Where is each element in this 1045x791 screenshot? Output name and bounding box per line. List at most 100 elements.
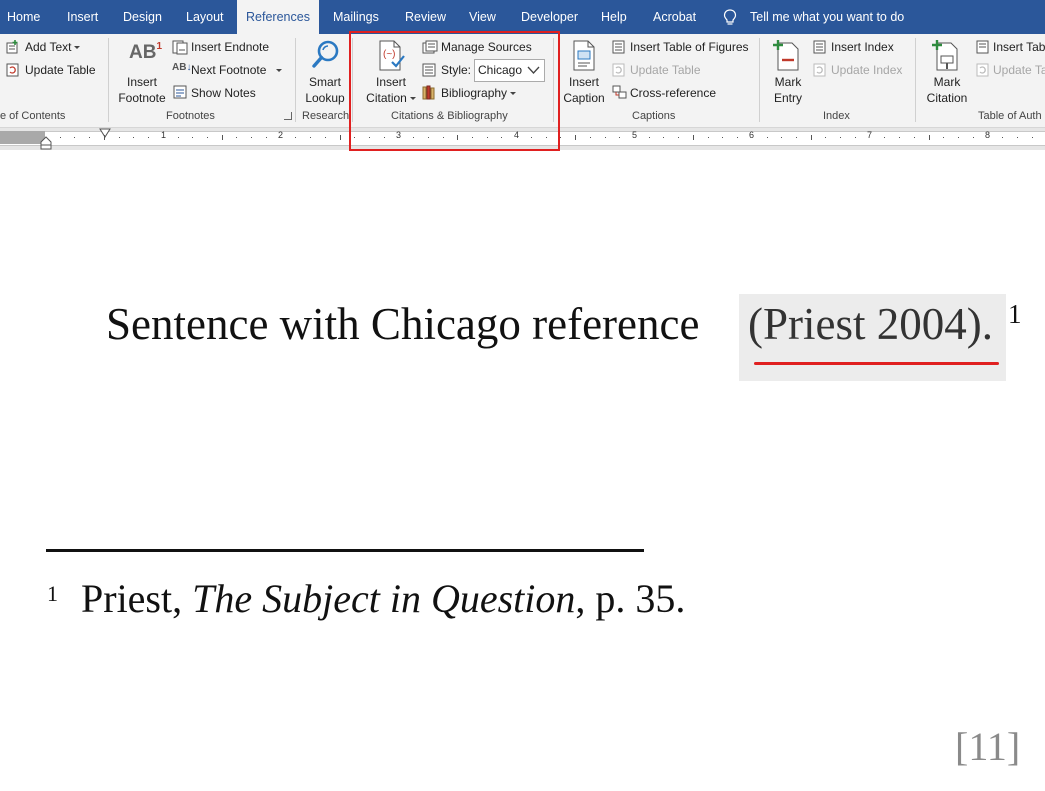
ruler-tick <box>899 137 900 138</box>
ruler-number: 5 <box>632 130 638 140</box>
next-footnote-button[interactable]: Next Footnote <box>191 63 283 77</box>
ruler-tick <box>89 137 90 138</box>
ruler-tick <box>192 137 193 138</box>
insert-table-of-authorities-icon <box>976 40 989 54</box>
ruler-tick <box>914 137 915 138</box>
mark-citation-button[interactable]: Mark Citation <box>920 74 974 106</box>
ribbon-tab-bar: Home Insert Design Layout References Mai… <box>0 0 1045 34</box>
add-text-button[interactable]: Add Text <box>25 40 81 54</box>
insert-footnote-icon: AB1 <box>129 41 163 63</box>
ruler-tick <box>605 137 606 138</box>
tab-design[interactable]: Design <box>123 0 162 34</box>
mark-entry-icon <box>773 40 799 71</box>
insert-caption-icon <box>573 40 595 71</box>
page-marker: [11] <box>955 724 1021 769</box>
mark-citation-label-1: Mark <box>933 75 961 89</box>
update-index-button[interactable]: Update Index <box>831 63 902 77</box>
ruler-tick <box>133 137 134 138</box>
ruler-tick <box>737 137 738 138</box>
insert-caption-label-2: Caption <box>563 91 605 105</box>
footnotes-dialog-launcher[interactable] <box>284 112 292 120</box>
index-group-label: Index <box>823 110 850 122</box>
ruler-tick <box>973 137 974 138</box>
ruler-tick <box>796 137 797 138</box>
ruler-tick <box>60 137 61 138</box>
insert-footnote-label-1: Insert <box>126 75 157 89</box>
smart-lookup-icon <box>312 40 339 68</box>
insert-endnote-icon <box>172 40 188 55</box>
insert-index-button[interactable]: Insert Index <box>831 40 894 54</box>
ruler-tick <box>104 135 105 140</box>
smart-lookup-label-1: Smart <box>308 75 341 89</box>
first-line-indent-marker[interactable] <box>99 128 111 139</box>
tab-mailings[interactable]: Mailings <box>333 0 379 34</box>
insert-index-icon <box>813 40 826 54</box>
show-notes-button[interactable]: Show Notes <box>191 86 256 100</box>
footnotes-group-label: Footnotes <box>166 110 215 122</box>
ruler-tick <box>678 137 679 138</box>
tab-view[interactable]: View <box>469 0 496 34</box>
tab-home[interactable]: Home <box>7 0 40 34</box>
mark-citation-icon <box>932 40 958 71</box>
cross-reference-icon <box>612 85 627 99</box>
tab-review[interactable]: Review <box>405 0 446 34</box>
ruler-tick <box>855 137 856 138</box>
tab-insert[interactable]: Insert <box>67 0 98 34</box>
footnote-author: Priest, <box>81 576 193 621</box>
tab-layout[interactable]: Layout <box>186 0 224 34</box>
citation-field[interactable]: (Priest 2004). <box>748 298 993 350</box>
ruler-tick <box>825 137 826 138</box>
lightbulb-icon <box>723 9 737 25</box>
mark-entry-label-2: Entry <box>773 91 802 105</box>
smart-lookup-button[interactable]: Smart Lookup <box>300 74 350 106</box>
ruler-tick <box>663 137 664 138</box>
tab-developer[interactable]: Developer <box>521 0 578 34</box>
insert-table-of-authorities-button[interactable]: Insert Tabl <box>993 40 1045 54</box>
ruler-tick <box>251 137 252 138</box>
ruler-tick <box>649 137 650 138</box>
ruler-tick <box>884 137 885 138</box>
insert-endnote-button[interactable]: Insert Endnote <box>191 40 269 54</box>
insert-footnote-button[interactable]: Insert Footnote <box>117 74 167 106</box>
citations-highlight-box <box>349 31 560 151</box>
ruler-tick <box>590 137 591 138</box>
ruler-tick <box>207 137 208 138</box>
ruler-tick <box>325 137 326 138</box>
footnote-reference[interactable]: 1 <box>1008 299 1022 330</box>
ruler-tick <box>619 137 620 138</box>
ruler-tick <box>222 135 223 140</box>
mark-entry-label-1: Mark <box>774 75 802 89</box>
tab-acrobat[interactable]: Acrobat <box>653 0 696 34</box>
ruler-number: 6 <box>749 130 755 140</box>
ruler-tick <box>266 137 267 138</box>
ruler-tick <box>74 137 75 138</box>
cross-reference-button[interactable]: Cross-reference <box>630 86 716 100</box>
ruler-tick <box>1002 137 1003 138</box>
update-table-icon <box>612 63 625 77</box>
ruler-tick <box>340 135 341 140</box>
add-text-icon <box>6 40 18 54</box>
mark-entry-button[interactable]: Mark Entry <box>763 74 813 106</box>
footnote-number: 1 <box>47 581 58 606</box>
ruler-tick <box>958 137 959 138</box>
insert-table-of-figures-button[interactable]: Insert Table of Figures <box>630 40 749 54</box>
tab-references[interactable]: References <box>237 0 319 34</box>
update-table-of-authorities-button[interactable]: Update Ta <box>993 63 1045 77</box>
ruler-tick <box>811 135 812 140</box>
hanging-indent-marker[interactable] <box>40 136 52 150</box>
update-table-of-figures-button[interactable]: Update Table <box>630 63 701 77</box>
ruler-tick <box>310 137 311 138</box>
spelling-underline <box>754 362 999 365</box>
footnote-separator <box>46 549 644 552</box>
insert-caption-button[interactable]: Insert Caption <box>559 74 609 106</box>
ruler-tick <box>236 137 237 138</box>
ruler-tick <box>560 137 561 138</box>
update-table-button[interactable]: Update Table <box>25 63 96 77</box>
ruler-number: 7 <box>867 130 873 140</box>
ruler-tick <box>929 135 930 140</box>
footnote-title: The Subject in Question <box>192 576 576 621</box>
mark-citation-label-2: Citation <box>926 91 968 105</box>
update-table-icon <box>976 63 989 77</box>
tab-help[interactable]: Help <box>601 0 627 34</box>
footnote-page: , p. 35. <box>575 576 686 621</box>
